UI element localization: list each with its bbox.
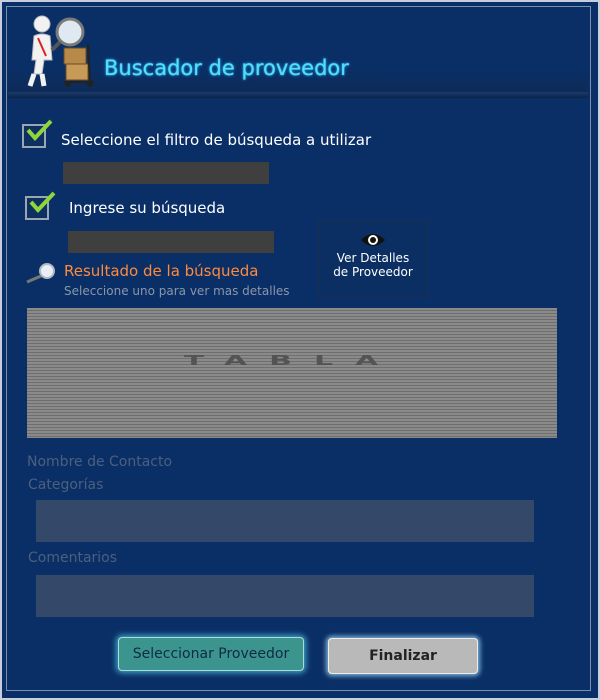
results-subtitle: Seleccione uno para ver mas detalles bbox=[64, 284, 290, 298]
filter-select[interactable] bbox=[63, 162, 269, 184]
checkmark-icon bbox=[26, 119, 53, 141]
details-button-line2: de Proveedor bbox=[333, 265, 413, 279]
search-input[interactable] bbox=[68, 231, 274, 253]
details-button-line1: Ver Detalles bbox=[336, 251, 410, 265]
results-title: Resultado de la búsqueda bbox=[64, 262, 259, 280]
filter-checkbox[interactable] bbox=[22, 119, 53, 148]
comments-field[interactable] bbox=[36, 575, 534, 617]
eye-icon bbox=[361, 234, 385, 246]
filter-label: Seleccione el filtro de búsqueda a utili… bbox=[61, 131, 372, 149]
contact-name-label: Nombre de Contacto bbox=[27, 454, 173, 470]
results-table[interactable]: TABLA bbox=[27, 308, 557, 438]
view-supplier-details-button[interactable]: Ver Detalles de Proveedor bbox=[318, 220, 428, 298]
checkmark-icon bbox=[29, 191, 56, 213]
search-label: Ingrese su búsqueda bbox=[69, 199, 226, 217]
search-checkbox[interactable] bbox=[25, 191, 56, 220]
magnifier-icon bbox=[26, 263, 55, 284]
finish-button[interactable]: Finalizar bbox=[328, 638, 478, 674]
categories-label: Categorías bbox=[28, 477, 104, 493]
supplier-search-icon bbox=[27, 15, 94, 87]
page-title: Buscador de proveedor bbox=[104, 56, 349, 80]
comments-label: Comentarios bbox=[28, 550, 118, 566]
table-placeholder-text: TABLA bbox=[183, 352, 401, 369]
categories-field[interactable] bbox=[36, 500, 534, 542]
select-supplier-button[interactable]: Seleccionar Proveedor bbox=[118, 637, 304, 671]
header-divider bbox=[8, 92, 588, 98]
